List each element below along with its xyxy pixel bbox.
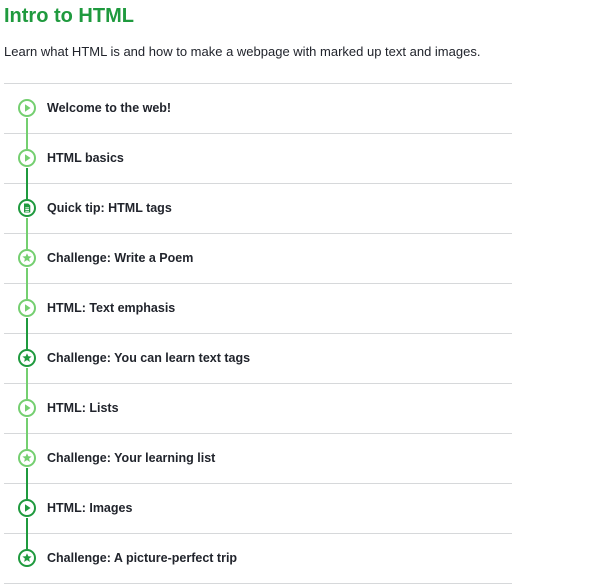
lesson-list: Welcome to the web! HTML basics Quick tip:… [4, 83, 512, 584]
lesson-item[interactable]: HTML basics [4, 134, 512, 184]
progress-track [26, 468, 28, 484]
progress-track [26, 184, 28, 200]
progress-track [26, 534, 28, 550]
progress-track [26, 268, 28, 284]
lesson-title: Challenge: Write a Poem [47, 251, 194, 265]
progress-track [26, 218, 28, 234]
lesson-item[interactable]: Challenge: A picture-perfect trip [4, 534, 512, 584]
play-icon [18, 149, 36, 167]
lesson-title: Welcome to the web! [47, 101, 172, 115]
progress-track [26, 318, 28, 334]
star-icon [18, 449, 36, 467]
progress-track [26, 118, 28, 134]
course-description: Learn what HTML is and how to make a web… [4, 44, 481, 59]
lesson-title: HTML: Images [47, 501, 133, 515]
lesson-item[interactable]: Quick tip: HTML tags [4, 184, 512, 234]
lesson-item[interactable]: Challenge: Your learning list [4, 434, 512, 484]
lesson-title: Challenge: You can learn text tags [47, 351, 251, 365]
lesson-item[interactable]: Challenge: You can learn text tags [4, 334, 512, 384]
star-icon [18, 549, 36, 567]
progress-track [26, 168, 28, 184]
lesson-item[interactable]: Welcome to the web! [4, 84, 512, 134]
lesson-title: Challenge: Your learning list [47, 451, 216, 465]
progress-track [26, 284, 28, 300]
progress-track [26, 334, 28, 350]
lesson-item[interactable]: HTML: Images [4, 484, 512, 534]
lesson-item[interactable]: HTML: Text emphasis [4, 284, 512, 334]
progress-track [26, 484, 28, 500]
lesson-title: HTML: Lists [47, 401, 119, 415]
lesson-item[interactable]: HTML: Lists [4, 384, 512, 434]
lesson-title: HTML basics [47, 151, 124, 165]
lesson-title: Challenge: A picture-perfect trip [47, 551, 238, 565]
lesson-item[interactable]: Challenge: Write a Poem [4, 234, 512, 284]
lesson-title: Quick tip: HTML tags [47, 201, 172, 215]
lesson-title: HTML: Text emphasis [47, 301, 176, 315]
progress-track [26, 368, 28, 384]
progress-track [26, 418, 28, 434]
progress-track [26, 434, 28, 450]
progress-track [26, 134, 28, 150]
star-icon [18, 349, 36, 367]
course-title: Intro to HTML [4, 5, 134, 27]
star-icon [18, 249, 36, 267]
progress-track [26, 518, 28, 534]
progress-track [26, 234, 28, 250]
play-icon [18, 99, 36, 117]
document-icon [18, 199, 36, 217]
progress-track [26, 84, 28, 100]
progress-track [26, 384, 28, 400]
play-icon [18, 299, 36, 317]
play-icon [18, 399, 36, 417]
play-icon [18, 499, 36, 517]
